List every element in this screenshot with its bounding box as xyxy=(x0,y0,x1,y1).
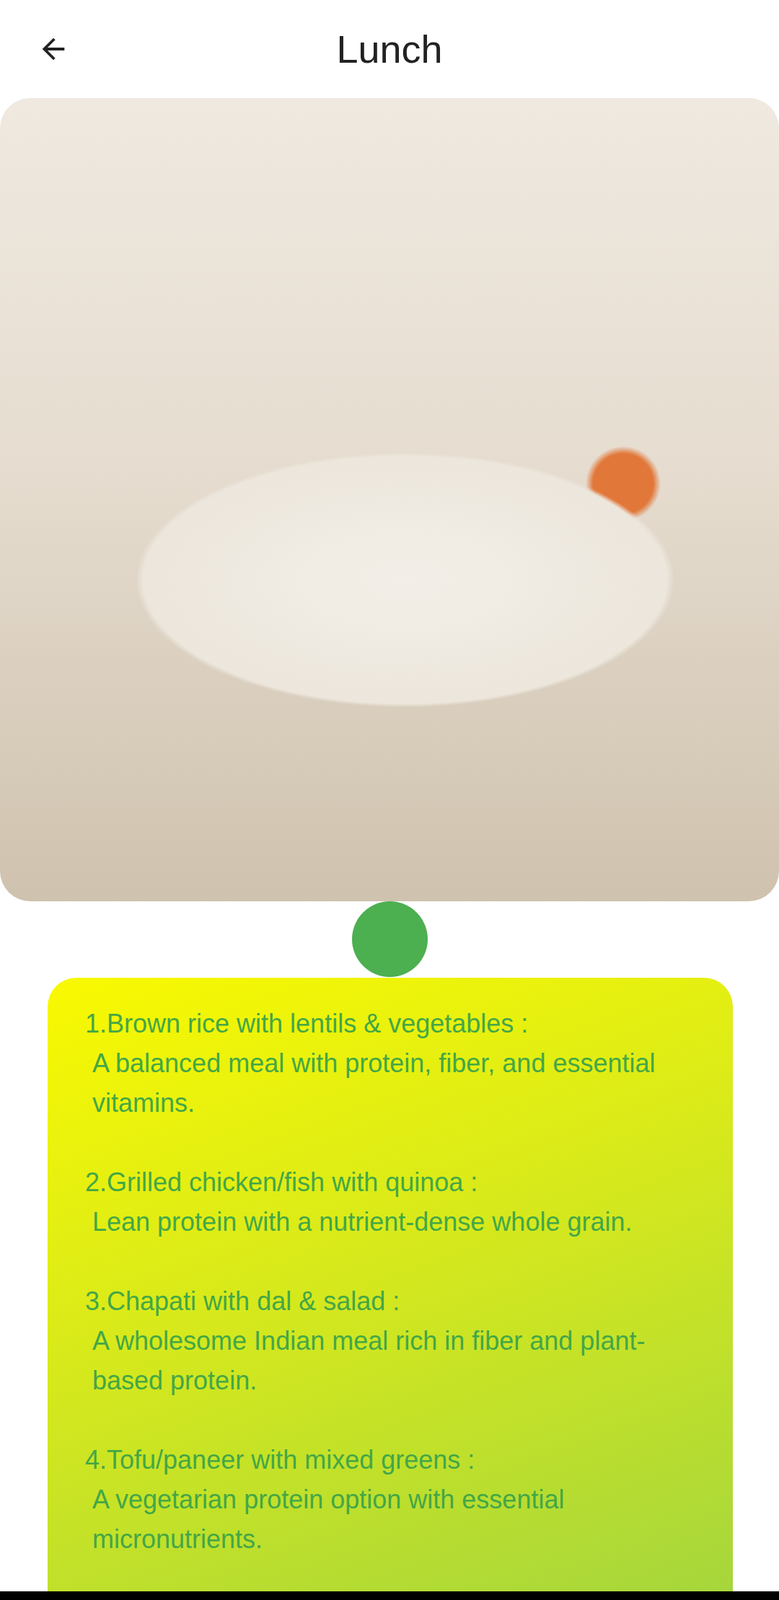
meal-photo xyxy=(0,98,779,902)
title-area: Lunch xyxy=(100,0,679,99)
meal-title: 3.Chapati with dal & salad : xyxy=(85,1281,694,1322)
meal-item: 3.Chapati with dal & salad :A wholesome … xyxy=(85,1281,694,1401)
meal-list-card: 1.Brown rice with lentils & vegetables :… xyxy=(47,978,733,1592)
meal-description: A wholesome Indian meal rich in fiber an… xyxy=(85,1321,694,1401)
meal-title: 4.Tofu/paneer with mixed greens : xyxy=(85,1440,694,1481)
meal-item: 2.Grilled chicken/fish with quinoa :Lean… xyxy=(85,1162,694,1243)
meal-description: A balanced meal with protein, fiber, and… xyxy=(85,1043,694,1124)
arrow-left-icon[interactable] xyxy=(36,32,70,66)
meal-title: 1.Brown rice with lentils & vegetables : xyxy=(85,1004,694,1044)
meal-item: 1.Brown rice with lentils & vegetables :… xyxy=(85,1004,694,1124)
meal-description: Lean protein with a nutrient-dense whole… xyxy=(85,1202,694,1243)
app-header: Lunch xyxy=(0,0,779,99)
page-indicator-dot xyxy=(351,901,428,978)
lunch-screen: Lunch 1.Brown rice with lentils & vegetab… xyxy=(0,0,779,1600)
meal-description: A vegetarian protein option with essenti… xyxy=(85,1480,694,1560)
back-button[interactable] xyxy=(18,14,88,84)
page-title: Lunch xyxy=(336,25,443,73)
system-nav-bar xyxy=(0,1591,779,1600)
meal-item: 4.Tofu/paneer with mixed greens :A veget… xyxy=(85,1440,694,1560)
meal-title: 2.Grilled chicken/fish with quinoa : xyxy=(85,1162,694,1203)
